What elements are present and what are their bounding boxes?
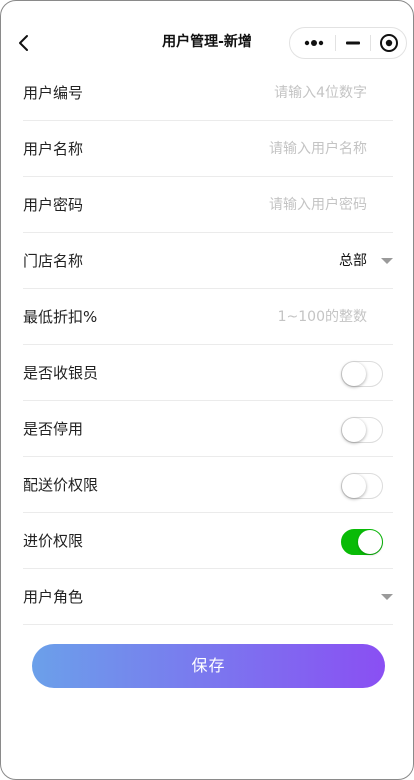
- is-cashier-label: 是否收银员: [23, 364, 99, 382]
- store-name-label: 门店名称: [23, 252, 84, 270]
- is-disabled-label: 是否停用: [23, 420, 84, 438]
- target-close-icon: [380, 34, 398, 52]
- toggle-knob: [342, 418, 366, 442]
- close-button[interactable]: [371, 28, 407, 58]
- minimize-icon: [346, 41, 360, 45]
- purchase-price-permission-label: 进价权限: [23, 532, 84, 550]
- purchase-price-permission-toggle[interactable]: [341, 529, 383, 555]
- is-disabled-toggle[interactable]: [341, 417, 383, 443]
- user-name-label: 用户名称: [23, 140, 84, 158]
- user-role-label: 用户角色: [23, 588, 84, 606]
- form-row-is-disabled: 是否停用: [23, 401, 393, 457]
- more-dots-icon: [304, 40, 324, 46]
- form-row-min-discount: 最低折扣%: [23, 289, 393, 345]
- form-row-user-name: 用户名称: [23, 121, 393, 177]
- navigation-bar: 用户管理-新增: [1, 1, 413, 65]
- user-password-label: 用户密码: [23, 196, 84, 214]
- form-row-purchase-price-permission: 进价权限: [23, 513, 393, 569]
- form-row-store-name[interactable]: 门店名称 总部: [23, 233, 393, 289]
- delivery-price-permission-label: 配送价权限: [23, 476, 99, 494]
- delivery-price-permission-toggle[interactable]: [341, 473, 383, 499]
- form-row-user-code: 用户编号: [23, 65, 393, 121]
- form-row-user-password: 用户密码: [23, 177, 393, 233]
- form-row-user-role[interactable]: 用户角色: [23, 569, 393, 625]
- toggle-knob: [342, 362, 366, 386]
- form-row-delivery-price-permission: 配送价权限: [23, 457, 393, 513]
- more-button[interactable]: [290, 28, 336, 58]
- form-row-is-cashier: 是否收银员: [23, 345, 393, 401]
- toggle-knob: [358, 530, 382, 554]
- user-code-input[interactable]: [167, 82, 367, 104]
- is-cashier-toggle[interactable]: [341, 361, 383, 387]
- user-code-label: 用户编号: [23, 84, 84, 102]
- store-name-select[interactable]: 总部: [339, 251, 367, 271]
- mini-program-capsule: [289, 27, 407, 59]
- toggle-knob: [342, 474, 366, 498]
- user-form: 用户编号 用户名称 用户密码 门店名称 总部 最低折扣% 是否收银员: [23, 65, 393, 625]
- min-discount-label: 最低折扣%: [23, 308, 98, 326]
- phone-frame: 用户管理-新增 用户编号 请输入4位数字 用户名称 请输入用户名称 用户密码 门…: [0, 0, 414, 780]
- user-password-input[interactable]: [167, 194, 367, 216]
- minimize-button[interactable]: [336, 28, 370, 58]
- save-button[interactable]: 保存: [32, 644, 385, 688]
- user-name-input[interactable]: [167, 138, 367, 160]
- caret-down-icon[interactable]: [381, 258, 393, 264]
- min-discount-input[interactable]: [167, 306, 367, 328]
- caret-down-icon[interactable]: [381, 594, 393, 600]
